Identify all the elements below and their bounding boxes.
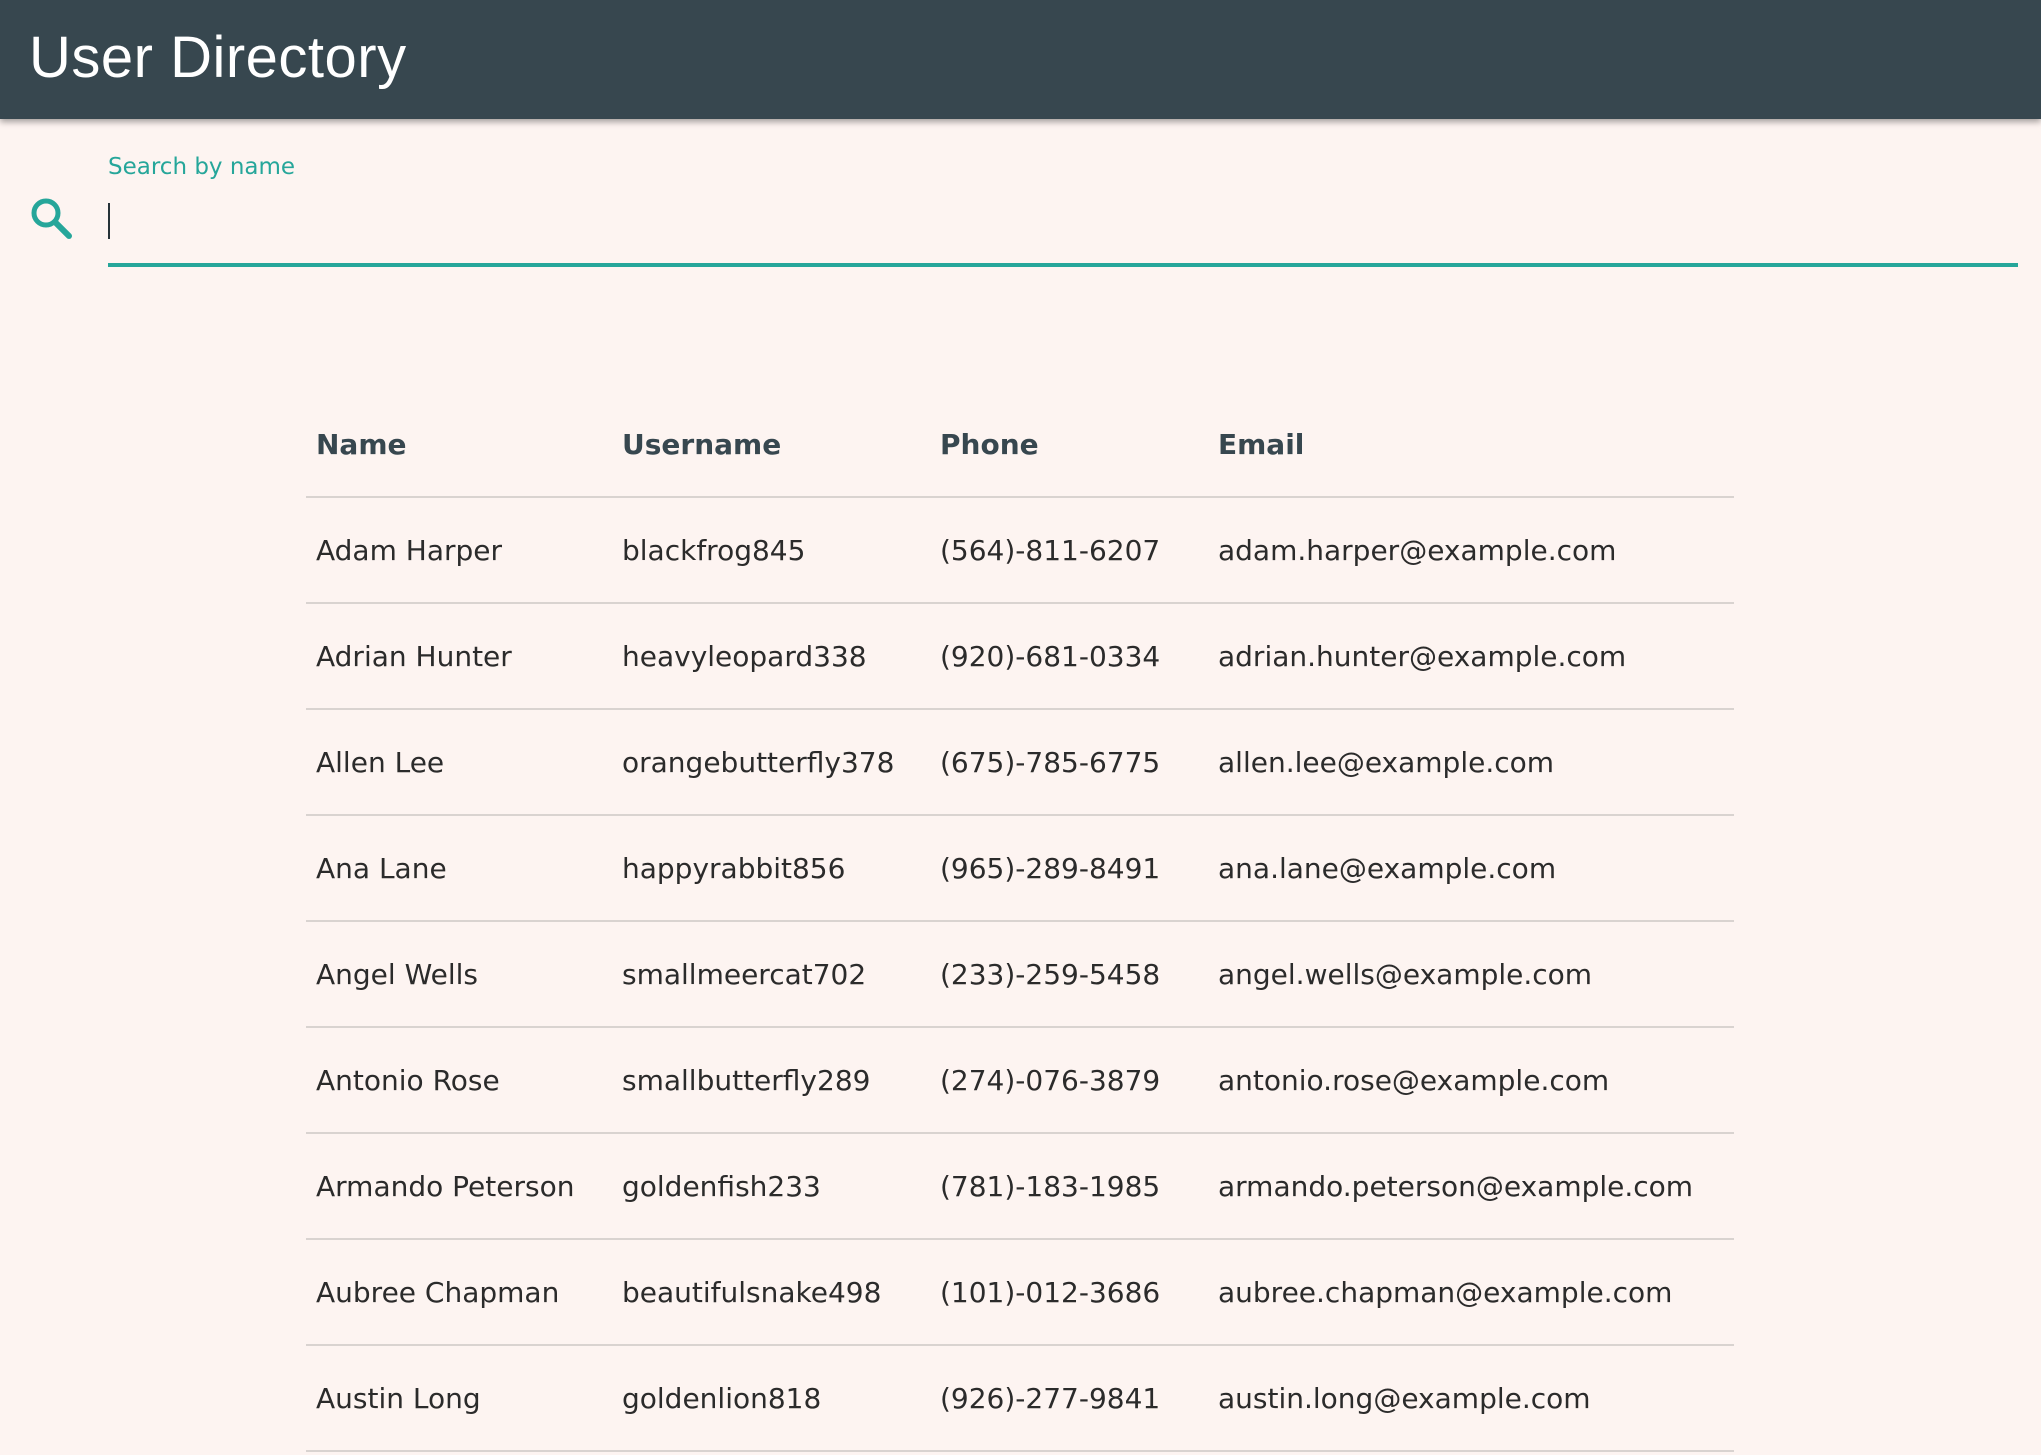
table-row[interactable]: Adam Harper blackfrog845 (564)-811-6207 … <box>306 497 1734 604</box>
column-header-username[interactable]: Username <box>612 392 930 498</box>
cell-username: blackfrog845 <box>612 497 930 604</box>
users-table: Name Username Phone Email Adam Harper bl… <box>306 392 1734 1452</box>
cell-name: Antonio Rose <box>306 1027 612 1134</box>
table-row[interactable]: Antonio Rose smallbutterfly289 (274)-076… <box>306 1027 1734 1134</box>
cell-email: ana.lane@example.com <box>1208 815 1734 922</box>
search-label: Search by name <box>108 154 296 180</box>
search-input[interactable] <box>108 197 2018 267</box>
cell-name: Angel Wells <box>306 921 612 1028</box>
cell-username: smallmeercat702 <box>612 921 930 1028</box>
cell-phone: (965)-289-8491 <box>930 815 1208 922</box>
page-title: User Directory <box>29 25 407 90</box>
table-row[interactable]: Aubree Chapman beautifulsnake498 (101)-0… <box>306 1239 1734 1346</box>
text-cursor <box>108 203 110 239</box>
cell-email: aubree.chapman@example.com <box>1208 1239 1734 1346</box>
cell-username: orangebutterfly378 <box>612 709 930 816</box>
cell-email: allen.lee@example.com <box>1208 709 1734 816</box>
cell-email: adrian.hunter@example.com <box>1208 603 1734 710</box>
cell-email: antonio.rose@example.com <box>1208 1027 1734 1134</box>
cell-email: austin.long@example.com <box>1208 1345 1734 1452</box>
column-header-phone[interactable]: Phone <box>930 392 1208 498</box>
cell-username: goldenfish233 <box>612 1133 930 1240</box>
cell-username: goldenlion818 <box>612 1345 930 1452</box>
table-row[interactable]: Adrian Hunter heavyleopard338 (920)-681-… <box>306 603 1734 710</box>
table-row[interactable]: Ana Lane happyrabbit856 (965)-289-8491 a… <box>306 815 1734 922</box>
cell-phone: (926)-277-9841 <box>930 1345 1208 1452</box>
cell-email: armando.peterson@example.com <box>1208 1133 1734 1240</box>
cell-phone: (274)-076-3879 <box>930 1027 1208 1134</box>
cell-name: Aubree Chapman <box>306 1239 612 1346</box>
cell-phone: (233)-259-5458 <box>930 921 1208 1028</box>
app-bar: User Directory <box>0 0 2041 119</box>
table-row[interactable]: Austin Long goldenlion818 (926)-277-9841… <box>306 1345 1734 1452</box>
cell-name: Allen Lee <box>306 709 612 816</box>
table-row[interactable]: Armando Peterson goldenfish233 (781)-183… <box>306 1133 1734 1240</box>
table-header-row: Name Username Phone Email <box>306 392 1734 498</box>
cell-username: beautifulsnake498 <box>612 1239 930 1346</box>
cell-name: Austin Long <box>306 1345 612 1452</box>
column-header-name[interactable]: Name <box>306 392 612 498</box>
search-icon <box>27 194 75 242</box>
cell-phone: (781)-183-1985 <box>930 1133 1208 1240</box>
column-header-email[interactable]: Email <box>1208 392 1734 498</box>
table-row[interactable]: Angel Wells smallmeercat702 (233)-259-54… <box>306 921 1734 1028</box>
cell-phone: (675)-785-6775 <box>930 709 1208 816</box>
cell-name: Armando Peterson <box>306 1133 612 1240</box>
cell-username: heavyleopard338 <box>612 603 930 710</box>
cell-email: angel.wells@example.com <box>1208 921 1734 1028</box>
cell-name: Adrian Hunter <box>306 603 612 710</box>
cell-username: happyrabbit856 <box>612 815 930 922</box>
cell-username: smallbutterfly289 <box>612 1027 930 1134</box>
cell-email: adam.harper@example.com <box>1208 497 1734 604</box>
cell-phone: (920)-681-0334 <box>930 603 1208 710</box>
table-row[interactable]: Allen Lee orangebutterfly378 (675)-785-6… <box>306 709 1734 816</box>
cell-name: Adam Harper <box>306 497 612 604</box>
cell-phone: (101)-012-3686 <box>930 1239 1208 1346</box>
search-bar: Search by name <box>0 119 2041 289</box>
cell-name: Ana Lane <box>306 815 612 922</box>
cell-phone: (564)-811-6207 <box>930 497 1208 604</box>
